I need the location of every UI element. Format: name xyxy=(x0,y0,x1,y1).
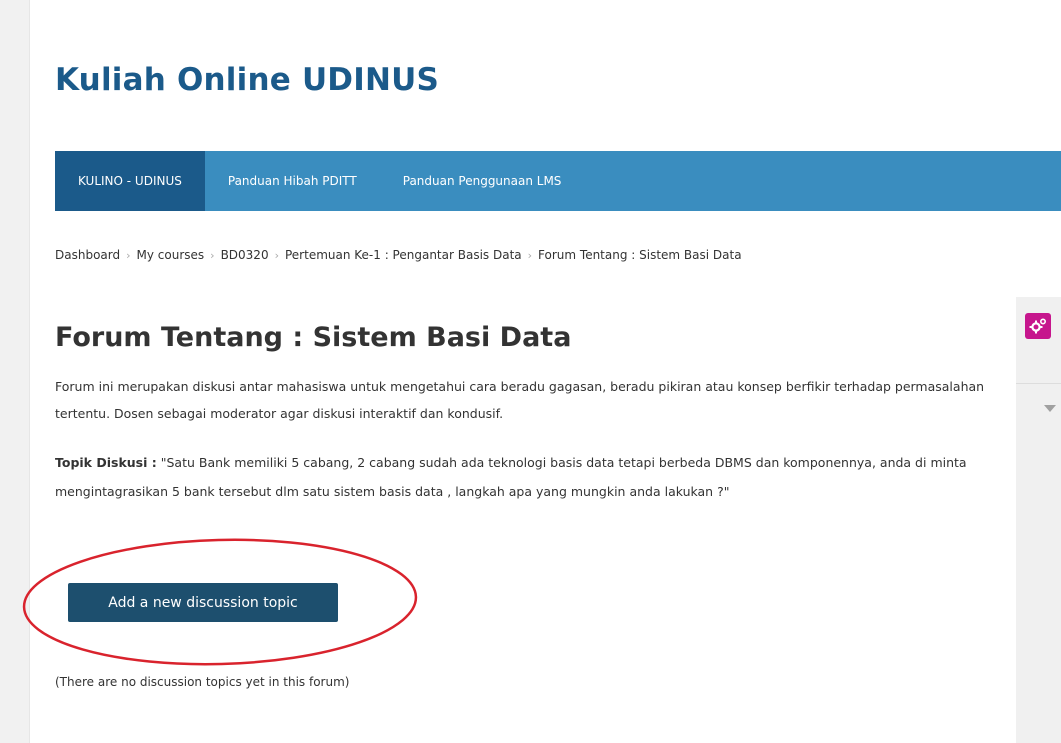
breadcrumb-dashboard[interactable]: Dashboard xyxy=(55,248,120,262)
breadcrumb-separator: › xyxy=(210,248,215,262)
left-gutter xyxy=(0,0,30,743)
topic-text: "Satu Bank memiliki 5 cabang, 2 cabang s… xyxy=(55,455,967,499)
breadcrumb-section[interactable]: Pertemuan Ke-1 : Pengantar Basis Data xyxy=(285,248,522,262)
main-navbar: KULINO - UDINUS Panduan Hibah PDITT Pand… xyxy=(55,151,1061,211)
breadcrumb-my-courses[interactable]: My courses xyxy=(137,248,205,262)
breadcrumb-separator: › xyxy=(527,248,533,262)
breadcrumb: Dashboard › My courses › BD0320 › Pertem… xyxy=(55,248,742,262)
breadcrumb-separator: › xyxy=(126,248,131,262)
add-discussion-topic-button[interactable]: Add a new discussion topic xyxy=(68,583,338,622)
empty-forum-message: (There are no discussion topics yet in t… xyxy=(55,675,350,689)
forum-topic: Topik Diskusi : "Satu Bank memiliki 5 ca… xyxy=(55,448,990,506)
topic-label: Topik Diskusi : xyxy=(55,455,157,470)
nav-item-kulino[interactable]: KULINO - UDINUS xyxy=(55,151,205,211)
breadcrumb-separator: › xyxy=(274,248,279,262)
gears-icon-graphic xyxy=(1029,318,1047,334)
breadcrumb-course[interactable]: BD0320 xyxy=(221,248,269,262)
block-drawer-divider xyxy=(1016,383,1061,384)
forum-page: Kuliah Online UDINUS KULINO - UDINUS Pan… xyxy=(0,0,1061,743)
breadcrumb-current-forum[interactable]: Forum Tentang : Sistem Basi Data xyxy=(538,248,742,262)
block-drawer xyxy=(1016,297,1061,743)
caret-down-icon[interactable] xyxy=(1044,405,1056,412)
site-title[interactable]: Kuliah Online UDINUS xyxy=(55,62,439,98)
nav-item-panduan-hibah[interactable]: Panduan Hibah PDITT xyxy=(205,151,380,211)
page-title: Forum Tentang : Sistem Basi Data xyxy=(55,322,572,353)
nav-item-panduan-lms[interactable]: Panduan Penggunaan LMS xyxy=(380,151,585,211)
forum-intro: Forum ini merupakan diskusi antar mahasi… xyxy=(55,379,985,421)
gears-icon[interactable] xyxy=(1025,313,1051,339)
